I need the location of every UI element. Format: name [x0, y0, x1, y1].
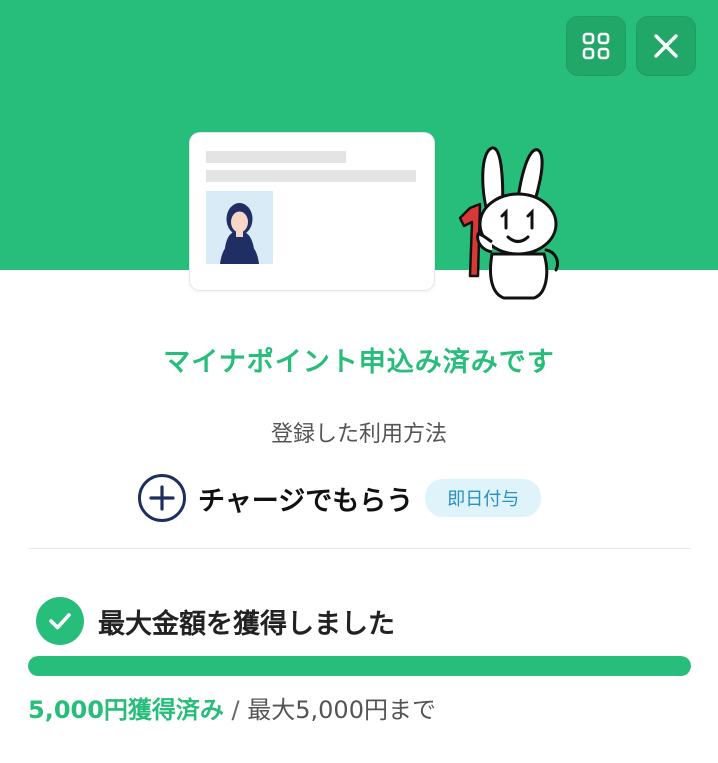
- close-icon: [654, 34, 678, 58]
- card-photo: [206, 191, 273, 264]
- card-text-placeholder: [206, 151, 346, 163]
- status-row: 最大金額を獲得しました: [36, 596, 395, 646]
- page-title: マイナポイント申込み済みです: [163, 347, 555, 378]
- divider: [28, 548, 690, 549]
- method-label: チャージでもらう: [198, 485, 414, 517]
- grid-icon: [582, 32, 610, 60]
- card-text-placeholder: [206, 170, 416, 182]
- status-label: 最大金額を獲得しました: [98, 608, 395, 640]
- check-circle-icon: [36, 597, 84, 645]
- progress-bar: [28, 656, 691, 676]
- points-max: 最大5,000円まで: [247, 696, 436, 724]
- progress-fill: [28, 656, 691, 676]
- plus-circle-icon: [138, 474, 186, 522]
- close-button[interactable]: [636, 16, 696, 76]
- person-silhouette-icon: [220, 203, 259, 264]
- registered-method: チャージでもらう 即日付与: [138, 474, 542, 522]
- my-number-card-illustration: [190, 133, 434, 290]
- points-summary: 5,000円獲得済み / 最大5,000円まで: [28, 690, 436, 725]
- same-day-badge: 即日付与: [425, 479, 542, 517]
- points-earned: 5,000円獲得済み: [28, 696, 224, 724]
- points-separator: /: [223, 696, 248, 724]
- menu-button[interactable]: [566, 16, 626, 76]
- mynumber-rabbit-mascot-icon: [458, 146, 560, 300]
- registered-method-heading: 登録した利用方法: [270, 422, 447, 447]
